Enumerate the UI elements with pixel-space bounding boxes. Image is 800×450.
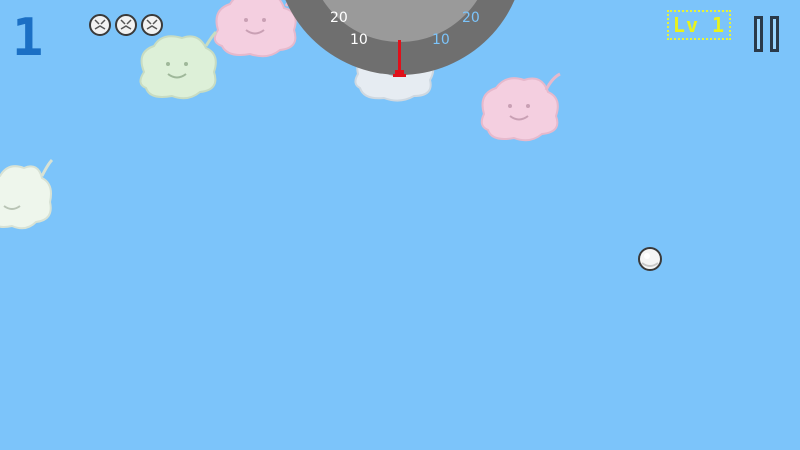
life-ball-icon: [115, 14, 137, 36]
gauge-tick-label-left-outer: 20: [330, 10, 348, 26]
pause-icon: [754, 16, 763, 52]
score-counter: 1: [12, 8, 44, 68]
life-ball-icon: [141, 14, 163, 36]
gauge-needle: [393, 40, 406, 77]
cloud-white-left: [0, 158, 54, 230]
gauge-tick-label-right-inner: 10: [432, 32, 450, 48]
ball[interactable]: [637, 246, 663, 272]
pause-button[interactable]: [753, 14, 783, 56]
pause-icon: [770, 16, 779, 52]
lives-indicator: [88, 13, 164, 37]
life-ball-icon: [89, 14, 111, 36]
game-stage[interactable]: 20 10 10 20 1 Lv 1: [0, 0, 800, 450]
gauge-tick-label-left-inner: 10: [350, 32, 368, 48]
cloud-mint: [139, 30, 218, 100]
gauge-tick-label-right-outer: 20: [462, 10, 480, 26]
level-indicator: Lv 1: [667, 10, 731, 40]
